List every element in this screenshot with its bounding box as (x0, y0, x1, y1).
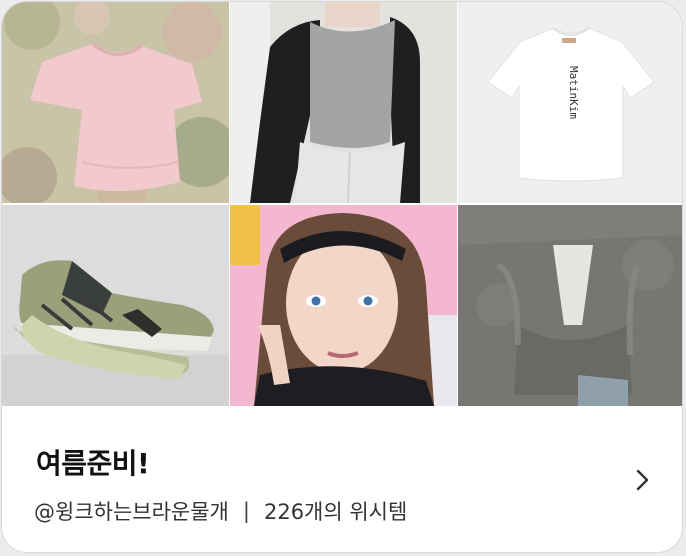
wish-item-count: 226개의 위시템 (263, 500, 408, 524)
owner-handle[interactable]: @윙크하는브라운물개 (34, 496, 229, 526)
gray-fuzzy-cardigan-image (458, 205, 682, 406)
wishlist-image-grid: MatinKim (2, 2, 682, 406)
sneakers-image (2, 205, 229, 406)
gray-raglan-top-image (230, 2, 457, 203)
white-tshirt-image: MatinKim (458, 2, 682, 203)
wishlist-title: 여름준비! (36, 447, 150, 480)
wishlist-footer: 여름준비! @윙크하는브라운물개 | 226개의 위시템 (2, 406, 682, 552)
tshirt-print-text: MatinKim (567, 66, 580, 119)
pink-knit-top-image (2, 2, 229, 203)
chevron-right-icon[interactable] (630, 466, 654, 494)
model-headband-image (230, 205, 457, 406)
wishlist-meta: @윙크하는브라운물개 | 226개의 위시템 (34, 496, 407, 526)
wishlist-card[interactable]: MatinKim 여름준비! @윙크하는브라운물개 | 226개의 위시템 (1, 1, 683, 553)
meta-separator: | (242, 499, 250, 523)
